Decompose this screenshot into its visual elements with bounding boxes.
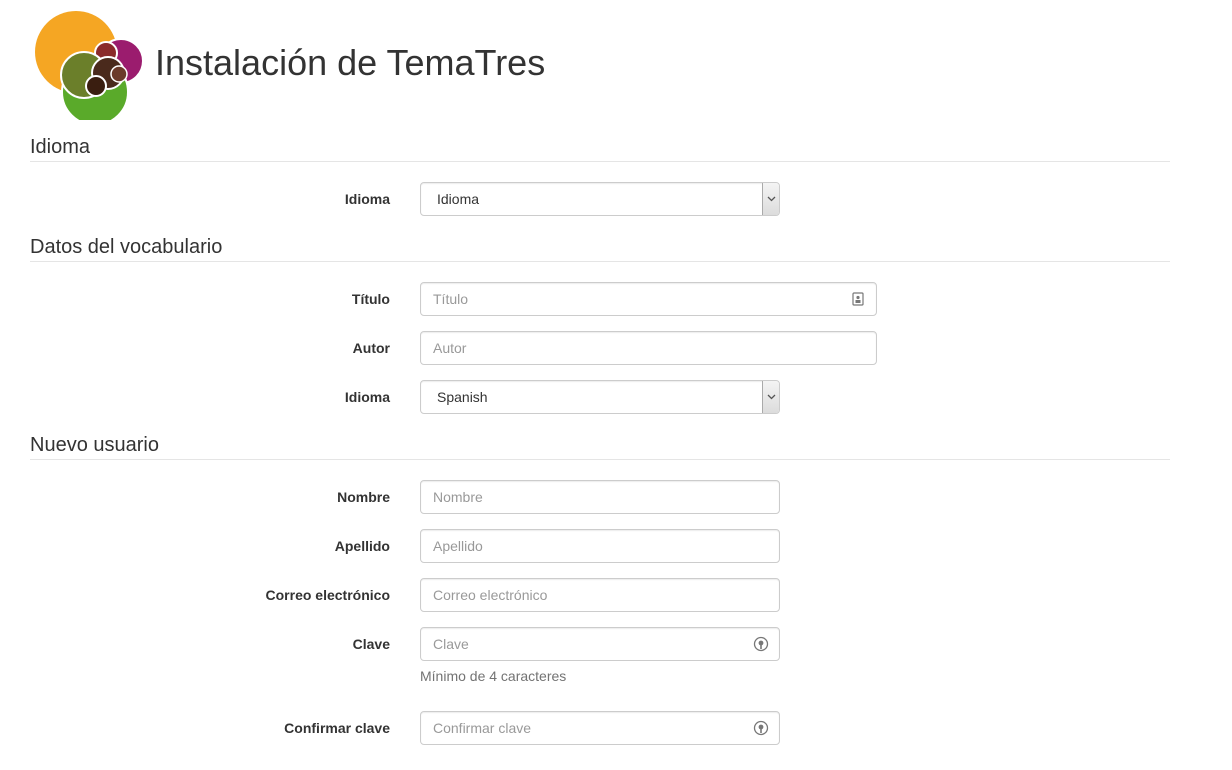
vocab-idioma-select[interactable]: Spanish [420, 380, 780, 414]
apellido-label: Apellido [334, 538, 390, 554]
nombre-placeholder: Nombre [433, 489, 483, 505]
password-key-icon[interactable] [753, 636, 769, 652]
clave-label: Clave [352, 636, 390, 652]
confirmar-clave-label: Confirmar clave [284, 720, 390, 736]
titulo-label: Título [351, 291, 390, 307]
select-dropdown-button[interactable] [762, 381, 779, 413]
select-dropdown-button[interactable] [762, 183, 779, 215]
idioma-label: Idioma [344, 191, 390, 207]
apellido-input[interactable]: Apellido [420, 529, 780, 563]
section-title-vocabulario: Datos del vocabulario [30, 236, 223, 258]
correo-label: Correo electrónico [265, 587, 390, 603]
chevron-down-icon [767, 196, 776, 202]
section-divider [30, 459, 1170, 460]
contact-card-icon[interactable] [850, 291, 866, 307]
autor-placeholder: Autor [433, 340, 467, 356]
titulo-placeholder: Título [433, 291, 469, 307]
clave-help-text: Mínimo de 4 caracteres [420, 668, 567, 684]
correo-input[interactable]: Correo electrónico [420, 578, 780, 612]
autor-input[interactable]: Autor [420, 331, 877, 365]
vocab-idioma-label: Idioma [344, 389, 390, 405]
password-key-icon[interactable] [753, 720, 769, 736]
section-divider [30, 161, 1170, 162]
titulo-input[interactable]: Título [420, 282, 877, 316]
section-title-idioma: Idioma [30, 136, 91, 158]
chevron-down-icon [767, 394, 776, 400]
nombre-label: Nombre [337, 489, 390, 505]
autor-label: Autor [352, 340, 390, 356]
section-divider [30, 261, 1170, 262]
page-title: Instalación de TemaTres [155, 42, 546, 83]
vocab-idioma-value: Spanish [437, 389, 488, 405]
tematres-logo-icon [35, 11, 144, 120]
clave-input[interactable]: Clave [420, 627, 780, 661]
correo-placeholder: Correo electrónico [433, 587, 548, 603]
idioma-select-value: Idioma [437, 191, 480, 207]
section-title-nuevo-usuario: Nuevo usuario [30, 434, 159, 456]
nombre-input[interactable]: Nombre [420, 480, 780, 514]
confirmar-clave-input[interactable]: Confirmar clave [420, 711, 780, 745]
idioma-select[interactable]: Idioma [420, 182, 780, 216]
clave-placeholder: Clave [433, 636, 469, 652]
apellido-placeholder: Apellido [433, 538, 483, 554]
confirmar-clave-placeholder: Confirmar clave [433, 720, 532, 736]
